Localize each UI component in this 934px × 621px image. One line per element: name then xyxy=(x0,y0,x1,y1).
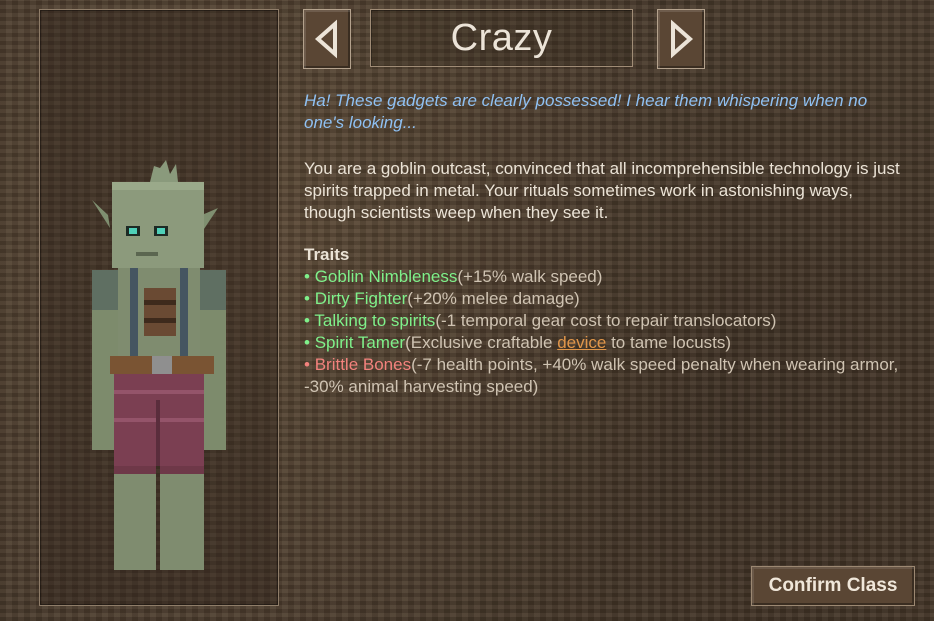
device-link[interactable]: device xyxy=(557,333,606,352)
goblin-character-model xyxy=(92,160,226,570)
trait-name: Spirit Tamer xyxy=(314,333,406,352)
trait-description-before: (Exclusive craftable xyxy=(405,333,558,352)
class-name: Crazy xyxy=(450,16,553,59)
trait-name: Talking to spirits xyxy=(314,311,436,330)
trait-description: (+20% melee damage) xyxy=(407,289,580,308)
trait-goblin-nimbleness: • Goblin Nimbleness(+15% walk speed) xyxy=(304,266,904,288)
trait-bullet: • xyxy=(304,333,310,352)
trait-description: (-1 temporal gear cost to repair translo… xyxy=(435,311,777,330)
class-quote: Ha! These gadgets are clearly possessed!… xyxy=(304,91,868,132)
trait-bullet: • xyxy=(304,289,310,308)
trait-brittle-bones: • Brittle Bones(-7 health points, +40% w… xyxy=(304,354,904,398)
traits-list: • Goblin Nimbleness(+15% walk speed) • D… xyxy=(304,266,904,398)
traits-heading: Traits xyxy=(304,245,350,264)
class-name-box: Crazy xyxy=(370,9,633,67)
trait-name: Dirty Fighter xyxy=(314,289,408,308)
right-arrow-icon xyxy=(671,19,694,59)
trait-talking-to-spirits: • Talking to spirits(-1 temporal gear co… xyxy=(304,310,904,332)
class-description-panel: Ha! These gadgets are clearly possessed!… xyxy=(304,90,904,398)
previous-class-button[interactable] xyxy=(303,9,351,69)
class-description: You are a goblin outcast, convinced that… xyxy=(304,159,900,222)
trait-dirty-fighter: • Dirty Fighter(+20% melee damage) xyxy=(304,288,904,310)
trait-bullet: • xyxy=(304,267,310,286)
trait-name: Brittle Bones xyxy=(314,355,412,374)
trait-spirit-tamer: • Spirit Tamer(Exclusive craftable devic… xyxy=(304,332,904,354)
confirm-class-button[interactable]: Confirm Class xyxy=(751,566,915,606)
left-arrow-icon xyxy=(314,19,337,59)
next-class-button[interactable] xyxy=(657,9,705,69)
trait-bullet: • xyxy=(304,311,310,330)
trait-description: (+15% walk speed) xyxy=(457,267,603,286)
character-preview-panel[interactable] xyxy=(39,9,279,606)
trait-description-after: to tame locusts) xyxy=(606,333,732,352)
trait-name: Goblin Nimbleness xyxy=(314,267,458,286)
trait-bullet: • xyxy=(304,355,310,374)
